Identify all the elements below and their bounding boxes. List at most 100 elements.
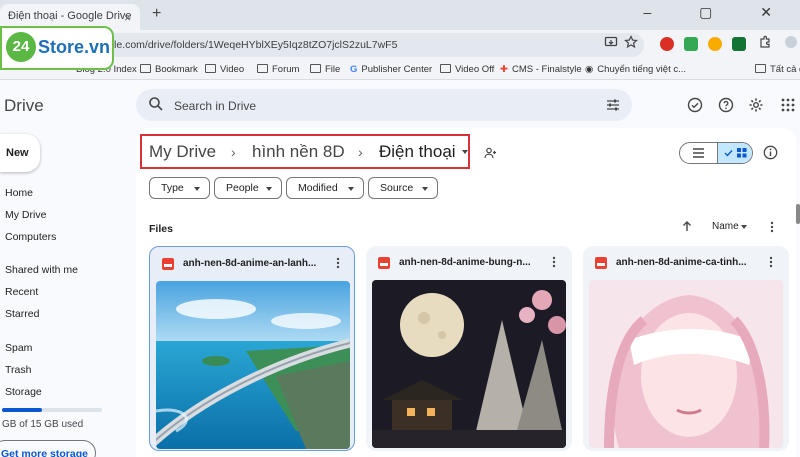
nav-my-drive[interactable]: My Drive (5, 209, 46, 221)
search-icon[interactable] (148, 96, 164, 112)
nav-computers[interactable]: Computers (5, 231, 56, 243)
new-button[interactable]: New (0, 134, 40, 172)
apps-grid-icon[interactable] (780, 97, 796, 113)
more-vert-icon[interactable] (552, 256, 556, 268)
breadcrumb-separator-icon: › (231, 144, 236, 160)
profile-icon[interactable] (784, 35, 798, 49)
url-text: le.com/drive/folders/1WeqeHYblXEy5Iqz8tZ… (114, 39, 398, 51)
extension-icon-2[interactable] (684, 37, 698, 51)
nav-trash[interactable]: Trash (5, 364, 31, 376)
folder-icon (257, 64, 268, 73)
main-content: My Drive › hình nền 8D › Điện thoại Type… (136, 128, 796, 457)
search-bar[interactable]: Search in Drive (136, 89, 632, 121)
settings-gear-icon[interactable] (748, 97, 764, 113)
file-card[interactable]: anh-nen-8d-anime-ca-tinh... (583, 246, 789, 451)
folder-icon (310, 64, 321, 73)
bookmark-item[interactable]: G Publisher Center (350, 64, 432, 75)
tab-title: Điện thoại - Google Drive (8, 10, 132, 22)
logo-text: Store.vn (38, 37, 111, 57)
bookmark-item[interactable]: Video Off (440, 64, 494, 75)
more-vert-icon[interactable] (336, 257, 340, 269)
chip-label: People (226, 182, 259, 194)
drive-app-title[interactable]: Drive (4, 96, 44, 116)
file-card[interactable]: anh-nen-8d-anime-an-lanh... (149, 246, 355, 451)
breadcrumb-my-drive[interactable]: My Drive (149, 142, 216, 162)
more-vert-icon[interactable] (770, 221, 774, 233)
more-vert-icon[interactable] (769, 256, 773, 268)
file-name: anh-nen-8d-anime-bung-n... (399, 257, 531, 268)
offline-status-icon[interactable] (687, 97, 703, 113)
folder-icon (755, 64, 766, 73)
new-tab-button[interactable]: + (152, 5, 161, 23)
extension-icon-3[interactable] (708, 37, 722, 51)
view-toggle (679, 142, 753, 164)
grid-view-icon (724, 148, 747, 158)
file-name: anh-nen-8d-anime-ca-tinh... (616, 257, 747, 268)
image-file-icon (162, 258, 174, 270)
folder-icon (440, 64, 451, 73)
close-tab-icon[interactable]: × (124, 11, 131, 25)
nav-spam[interactable]: Spam (5, 342, 32, 354)
filter-people-chip[interactable]: People (214, 177, 282, 199)
storage-usage-text: GB of 15 GB used (2, 419, 84, 430)
chevron-down-icon (348, 187, 354, 191)
chip-label: Source (380, 182, 414, 194)
info-icon[interactable] (763, 145, 778, 160)
nav-starred[interactable]: Starred (5, 308, 39, 320)
install-app-icon[interactable] (604, 35, 618, 49)
window-controls[interactable]: – ▢ ✕ (643, 4, 794, 21)
filter-source-chip[interactable]: Source (368, 177, 438, 199)
chip-label: Type (161, 182, 184, 194)
thumbnail-sea-bridge-image (156, 281, 350, 449)
list-view-icon (693, 148, 704, 158)
search-input[interactable]: Search in Drive (174, 99, 256, 113)
search-options-icon[interactable] (606, 98, 620, 112)
bookmark-item[interactable]: File (310, 64, 340, 75)
file-card[interactable]: anh-nen-8d-anime-bung-n... (366, 246, 572, 451)
help-icon[interactable] (718, 97, 734, 113)
extension-icon-1[interactable] (660, 37, 674, 51)
breadcrumb-folder[interactable]: hình nền 8D (252, 142, 345, 162)
file-thumbnail[interactable] (372, 280, 566, 448)
files-section-label: Files (149, 223, 173, 235)
grid-view-button[interactable] (717, 143, 752, 163)
sort-by-name-button[interactable]: Name (712, 221, 739, 232)
get-more-storage-button[interactable]: Get more storage (0, 440, 96, 457)
storage-usage-bar (2, 408, 102, 412)
file-thumbnail[interactable] (589, 280, 783, 448)
folder-icon (140, 64, 151, 73)
scrollbar-thumb[interactable] (796, 204, 800, 224)
breadcrumb-separator-icon: › (358, 144, 363, 160)
bookmark-item[interactable]: Bookmark (140, 64, 198, 75)
chevron-down-icon (194, 187, 200, 191)
bookmark-star-icon[interactable] (624, 35, 638, 49)
url-field[interactable]: le.com/drive/folders/1WeqeHYblXEy5Iqz8tZ… (100, 33, 644, 57)
nav-storage[interactable]: Storage (5, 386, 42, 398)
sort-direction-arrow-icon[interactable] (681, 220, 693, 232)
image-file-icon (378, 257, 390, 269)
nav-shared-with-me[interactable]: Shared with me (5, 264, 78, 276)
filter-modified-chip[interactable]: Modified (286, 177, 364, 199)
bookmark-item[interactable]: Video (205, 64, 244, 75)
breadcrumb-current[interactable]: Điện thoại (379, 142, 456, 162)
file-thumbnail[interactable] (156, 281, 350, 449)
chevron-down-icon (422, 187, 428, 191)
extensions-puzzle-icon[interactable] (758, 35, 772, 49)
bookmark-item[interactable]: Tất cả d (755, 64, 800, 75)
filter-type-chip[interactable]: Type (149, 177, 210, 199)
share-people-icon[interactable] (484, 147, 498, 159)
nav-recent[interactable]: Recent (5, 286, 38, 298)
extension-icon-4[interactable] (732, 37, 746, 51)
bookmark-item[interactable]: Forum (257, 64, 299, 75)
file-name: anh-nen-8d-anime-an-lanh... (183, 258, 317, 269)
chip-label: Modified (298, 182, 338, 194)
globe-icon: ◉ (585, 64, 594, 75)
folder-menu-caret-icon[interactable] (462, 150, 468, 154)
address-bar: le.com/drive/folders/1WeqeHYblXEy5Iqz8tZ… (0, 30, 800, 60)
bookmark-item[interactable]: ◉ Chuyển tiếng việt c... (585, 64, 686, 75)
chevron-down-icon[interactable] (741, 225, 747, 229)
nav-home[interactable]: Home (5, 187, 33, 199)
browser-tab-bar: Điện thoại - Google Drive × + – ▢ ✕ (0, 0, 800, 30)
list-view-button[interactable] (680, 143, 717, 163)
bookmark-item[interactable]: ✚ CMS - Finalstyle (500, 64, 582, 75)
